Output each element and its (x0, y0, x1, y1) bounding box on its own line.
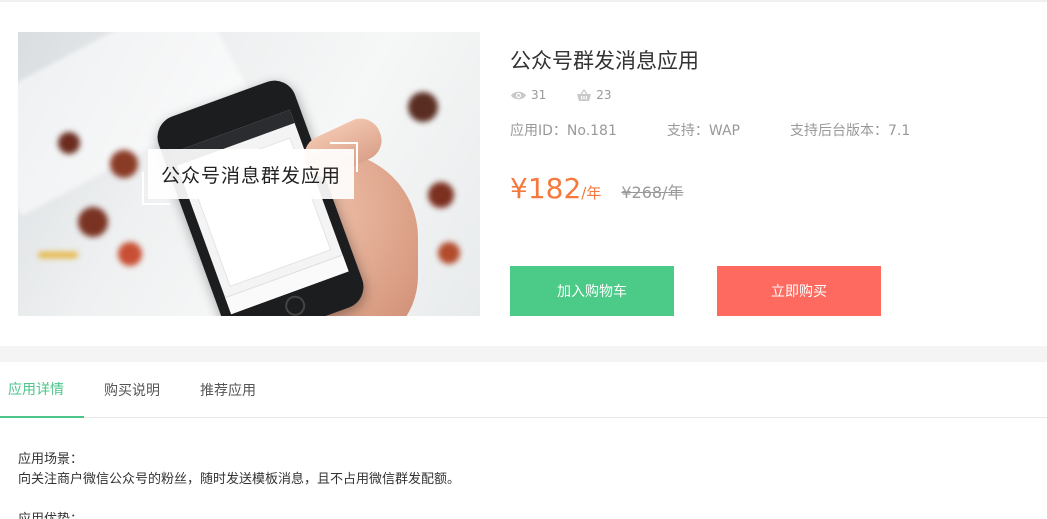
product-image: 公众号消息群发应用 (18, 32, 480, 316)
tab-recommended-apps[interactable]: 推荐应用 (200, 362, 256, 418)
product-title: 公众号群发消息应用 (510, 49, 699, 73)
add-to-cart-button[interactable]: 加入购物车 (510, 266, 674, 316)
purchases-count: 23 (596, 88, 612, 102)
scene-heading: 应用场景： (18, 452, 84, 467)
section-divider (0, 346, 1047, 362)
image-caption: 公众号消息群发应用 (148, 149, 354, 199)
bg-pencil (38, 252, 78, 258)
price-unit: /年 (581, 184, 602, 202)
bg-dot (58, 132, 80, 154)
detail-tabs: 应用详情 购买说明 推荐应用 (0, 362, 1047, 418)
bg-dot (118, 242, 142, 266)
bg-dot (438, 242, 460, 264)
product-stats: 31 23 (510, 88, 642, 102)
app-id: 应用ID：No.181 (510, 123, 617, 139)
tab-purchase-info[interactable]: 购买说明 (104, 362, 160, 418)
current-price: ¥182 (510, 172, 582, 205)
backend-version: 支持后台版本：7.1 (789, 123, 911, 139)
basket-icon (577, 88, 592, 101)
advantage-heading: 应用优势： (18, 510, 460, 519)
price-block: ¥182 /年 ¥268/年 (510, 172, 683, 205)
scene-text: 向关注商户微信公众号的粉丝，随时发送模板消息，且不占用微信群发配额。 (18, 472, 461, 487)
support-platform: 支持：WAP (666, 123, 740, 139)
views-count: 31 (531, 88, 547, 102)
product-meta: 应用ID：No.181 支持：WAP 支持后台版本：7.1 (510, 120, 960, 140)
buy-now-button[interactable]: 立即购买 (717, 266, 881, 316)
tab-app-details[interactable]: 应用详情 (0, 362, 84, 418)
eye-icon (511, 91, 526, 99)
bg-dot (110, 150, 138, 178)
purchases-stat: 23 (576, 88, 612, 102)
phone-home-button (282, 292, 308, 316)
bg-dot (78, 207, 108, 237)
top-divider (0, 0, 1047, 2)
bg-dot (428, 182, 454, 208)
views-stat: 31 (510, 88, 546, 102)
bg-dot (408, 92, 438, 122)
original-price: ¥268/年 (621, 183, 684, 202)
details-content: 应用场景： 向关注商户微信公众号的粉丝，随时发送模板消息，且不占用微信群发配额。… (18, 450, 460, 519)
